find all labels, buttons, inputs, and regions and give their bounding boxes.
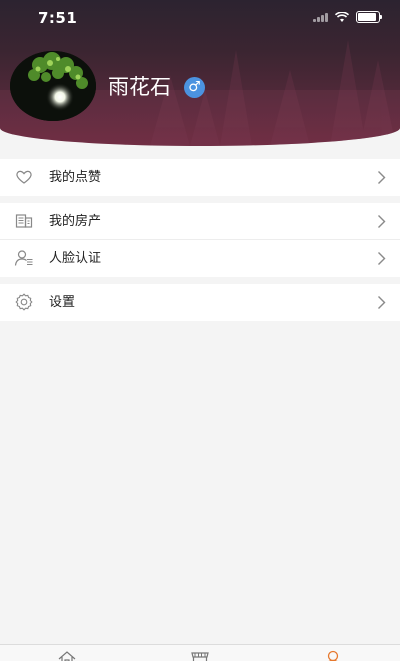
avatar-photo: [10, 51, 96, 121]
signal-icon: [313, 12, 328, 22]
menu-label: 设置: [49, 295, 76, 310]
chevron-right-icon: [378, 215, 386, 228]
gear-icon: [15, 293, 33, 311]
heart-icon: [16, 170, 32, 184]
menu-group-settings: 设置: [0, 284, 400, 321]
menu-item-settings[interactable]: 设置: [0, 284, 400, 321]
profile-header: 7:51 雨花石 ♂: [0, 0, 400, 146]
face-verify-icon: [14, 250, 33, 266]
profile-screen: 7:51 雨花石 ♂ 我的点赞 我的房产 人脸认证 设置: [0, 0, 400, 661]
menu-item-my-likes[interactable]: 我的点赞: [0, 159, 400, 196]
menu-label: 我的点赞: [49, 170, 102, 185]
home-icon[interactable]: [57, 650, 77, 661]
menu-item-my-property[interactable]: 我的房产: [0, 203, 400, 240]
menu-label: 人脸认证: [49, 251, 102, 266]
menu-group-property: 我的房产 人脸认证: [0, 203, 400, 277]
menu-label: 我的房产: [49, 214, 102, 229]
profile-icon[interactable]: [323, 650, 343, 661]
avatar[interactable]: [10, 51, 96, 121]
menu-item-face-verify[interactable]: 人脸认证: [0, 240, 400, 277]
wifi-icon: [335, 11, 349, 22]
tab-bar: [0, 644, 400, 661]
building-icon: [15, 214, 33, 228]
status-bar: 7:51: [0, 0, 400, 34]
menu-group-likes: 我的点赞: [0, 159, 400, 196]
gender-badge: ♂: [184, 77, 205, 98]
username: 雨花石: [108, 75, 171, 99]
chevron-right-icon: [378, 171, 386, 184]
status-icons: [313, 11, 382, 23]
chevron-right-icon: [378, 296, 386, 309]
chevron-right-icon: [378, 252, 386, 265]
shop-icon[interactable]: [190, 650, 210, 661]
status-time: 7:51: [38, 9, 78, 27]
battery-icon: [356, 11, 382, 23]
